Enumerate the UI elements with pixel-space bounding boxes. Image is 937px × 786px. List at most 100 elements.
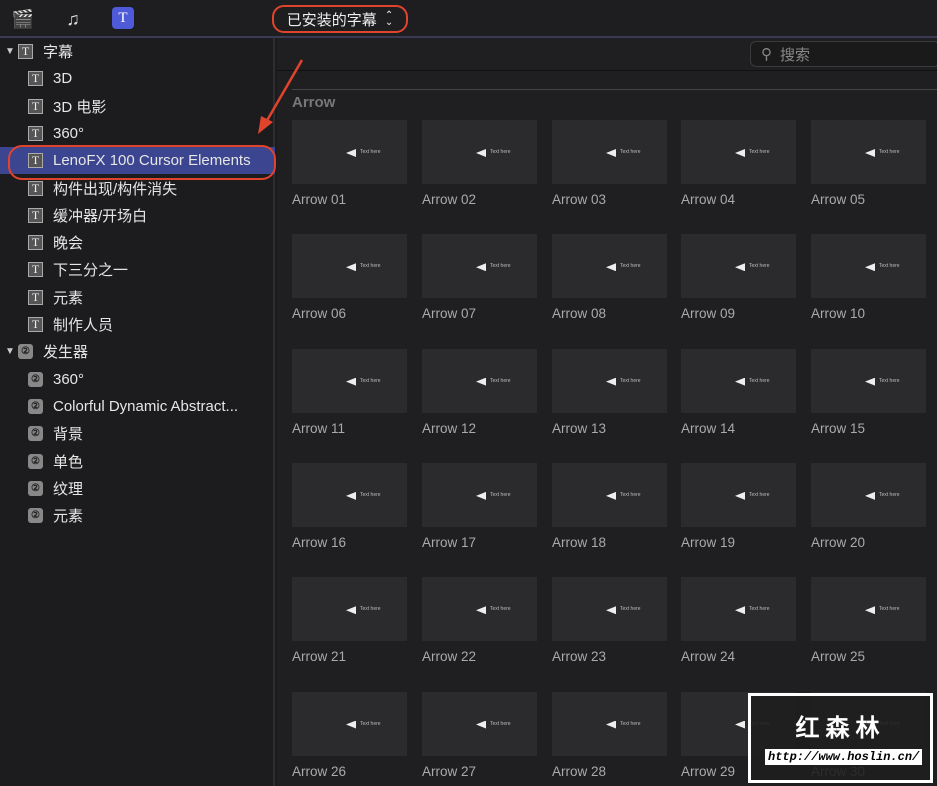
library-select[interactable]: 已安装的字幕 ⌃ ⌄	[272, 5, 408, 33]
thumbnail-text: Text here	[360, 491, 381, 498]
thumbnail-preview[interactable]: Text here	[811, 120, 926, 184]
thumbnail-label: Arrow 16	[292, 534, 347, 550]
sidebar-item[interactable]: T LenoFX 100 Cursor Elements	[0, 145, 276, 181]
thumbnail-label: Arrow 10	[811, 306, 866, 322]
thumbnail-item[interactable]: Text here Arrow 16	[292, 462, 407, 550]
title-icon: T	[28, 289, 43, 305]
sidebar-item[interactable]: T 360°	[0, 120, 275, 147]
titles-generators-icon[interactable]: T	[112, 7, 134, 29]
thumbnail-preview[interactable]: Text here	[422, 120, 537, 184]
thumbnail-item[interactable]: Text here Arrow 27	[422, 691, 537, 779]
thumbnail-preview[interactable]: Text here	[292, 120, 407, 184]
sidebar-group-title[interactable]: ▼ T 字幕	[0, 38, 275, 65]
cursor-arrow-icon	[735, 720, 745, 729]
thumbnail-item[interactable]: Text here Arrow 26	[292, 691, 407, 779]
thumbnail-item[interactable]: Text here Arrow 24	[681, 577, 796, 664]
thumbnail-item[interactable]: Text here Arrow 10	[811, 234, 926, 321]
sidebar-item[interactable]: ② Colorful Dynamic Abstract...	[0, 393, 275, 420]
thumbnail-preview[interactable]: Text here	[552, 462, 667, 527]
thumbnail-preview[interactable]: Text here	[422, 348, 537, 413]
thumbnail-preview[interactable]: Text here	[292, 234, 407, 299]
sidebar-item[interactable]: T 构件出现/构件消失	[0, 175, 275, 202]
thumbnail-preview[interactable]: Text here	[292, 348, 407, 413]
thumbnail-preview[interactable]: Text here	[552, 691, 667, 756]
sidebar-item[interactable]: ② 元素	[0, 502, 275, 529]
thumbnail-preview[interactable]: Text here	[811, 462, 926, 527]
thumbnail-item[interactable]: Text here Arrow 03	[552, 120, 667, 207]
sidebar-item[interactable]: T 晚会	[0, 229, 275, 256]
thumbnail-preview[interactable]: Text here	[681, 462, 796, 527]
disclosure-triangle-icon[interactable]: ▼	[5, 46, 15, 57]
thumbnail-item[interactable]: Text here Arrow 13	[552, 348, 667, 436]
sidebar-item[interactable]: ② 纹理	[0, 475, 275, 502]
sidebar-item[interactable]: T 3D 电影	[0, 93, 275, 120]
thumbnail-preview[interactable]: Text here	[422, 462, 537, 527]
thumbnail-item[interactable]: Text here Arrow 11	[292, 348, 407, 436]
thumbnail-item[interactable]: Text here Arrow 14	[681, 348, 796, 436]
thumbnail-preview[interactable]: Text here	[681, 348, 796, 413]
sidebar-item-label: 背景	[53, 426, 84, 444]
sidebar-item[interactable]: T 制作人员	[0, 311, 275, 338]
thumbnail-text: Text here	[490, 491, 511, 498]
sidebar-item[interactable]: T 元素	[0, 284, 275, 311]
sidebar-item-label: 下三分之一	[53, 262, 129, 280]
thumbnail-item[interactable]: Text here Arrow 02	[422, 120, 537, 207]
thumbnail-preview[interactable]: Text here	[552, 348, 667, 413]
sidebar-item-label: 360°	[53, 370, 85, 388]
thumbnail-item[interactable]: Text here Arrow 07	[422, 234, 537, 321]
title-icon: T	[28, 98, 43, 114]
thumbnail-preview[interactable]: Text here	[422, 691, 537, 756]
thumbnail-item[interactable]: Text here Arrow 05	[811, 120, 926, 207]
cursor-arrow-icon	[606, 377, 616, 386]
thumbnail-item[interactable]: Text here Arrow 21	[292, 577, 407, 664]
thumbnail-item[interactable]: Text here Arrow 25	[811, 577, 926, 664]
sidebar-item[interactable]: ② 单色	[0, 448, 275, 475]
thumbnail-label: Arrow 21	[292, 649, 347, 665]
thumbnail-item[interactable]: Text here Arrow 17	[422, 462, 537, 550]
thumbnail-preview[interactable]: Text here	[292, 577, 407, 642]
sidebar-item[interactable]: ② 360°	[0, 366, 275, 393]
thumbnail-preview[interactable]: Text here	[552, 234, 667, 299]
thumbnail-preview[interactable]: Text here	[292, 691, 407, 756]
thumbnail-item[interactable]: Text here Arrow 01	[292, 120, 407, 207]
thumbnail-preview[interactable]: Text here	[292, 462, 407, 527]
thumbnail-item[interactable]: Text here Arrow 06	[292, 234, 407, 321]
thumbnail-item[interactable]: Text here Arrow 12	[422, 348, 537, 436]
thumbnail-item[interactable]: Text here Arrow 09	[681, 234, 796, 321]
thumbnail-item[interactable]: Text here Arrow 23	[552, 577, 667, 664]
thumbnail-preview[interactable]: Text here	[681, 234, 796, 299]
thumbnail-preview[interactable]: Text here	[811, 348, 926, 413]
thumbnail-preview[interactable]: Text here	[552, 120, 667, 184]
clapperboard-icon[interactable]: 🎬	[10, 7, 36, 31]
thumbnail-label: Arrow 23	[552, 649, 607, 665]
thumbnail-item[interactable]: Text here Arrow 18	[552, 462, 667, 550]
thumbnail-item[interactable]: Text here Arrow 20	[811, 462, 926, 550]
thumbnail-preview[interactable]: Text here	[811, 234, 926, 299]
search-input[interactable]: ⚲ 搜索	[750, 41, 937, 67]
sidebar-item[interactable]: T 3D	[0, 65, 275, 92]
thumbnail-item[interactable]: Text here Arrow 04	[681, 120, 796, 207]
title-icon: T	[28, 71, 43, 87]
thumbnail-item[interactable]: Text here Arrow 22	[422, 577, 537, 664]
disclosure-triangle-icon[interactable]: ▼	[5, 346, 15, 357]
thumbnail-preview[interactable]: Text here	[422, 577, 537, 642]
sidebar-item[interactable]: ② 背景	[0, 420, 275, 447]
thumbnail-item[interactable]: Text here Arrow 19	[681, 462, 796, 550]
thumbnail-label: Arrow 03	[552, 192, 607, 207]
photos-music-icon[interactable]: ♫	[60, 7, 86, 31]
sidebar-item[interactable]: T 缓冲器/开场白	[0, 202, 275, 229]
thumbnail-label: Arrow 24	[681, 649, 736, 665]
thumbnail-item[interactable]: Text here Arrow 08	[552, 234, 667, 321]
thumbnail-preview[interactable]: Text here	[422, 234, 537, 299]
thumbnail-item[interactable]: Text here Arrow 28	[552, 691, 667, 779]
watermark-name: 红森林	[795, 715, 886, 742]
sidebar-group-generator[interactable]: ▼ ② 发生器	[0, 338, 275, 365]
thumbnail-preview[interactable]: Text here	[681, 577, 796, 642]
thumbnail-preview[interactable]: Text here	[811, 577, 926, 642]
thumbnail-preview[interactable]: Text here	[681, 120, 796, 184]
sidebar-item[interactable]: T 下三分之一	[0, 256, 275, 283]
cursor-arrow-icon	[606, 606, 616, 615]
thumbnail-preview[interactable]: Text here	[552, 577, 667, 642]
thumbnail-item[interactable]: Text here Arrow 15	[811, 348, 926, 436]
thumbnail-label: Arrow 25	[811, 649, 866, 665]
